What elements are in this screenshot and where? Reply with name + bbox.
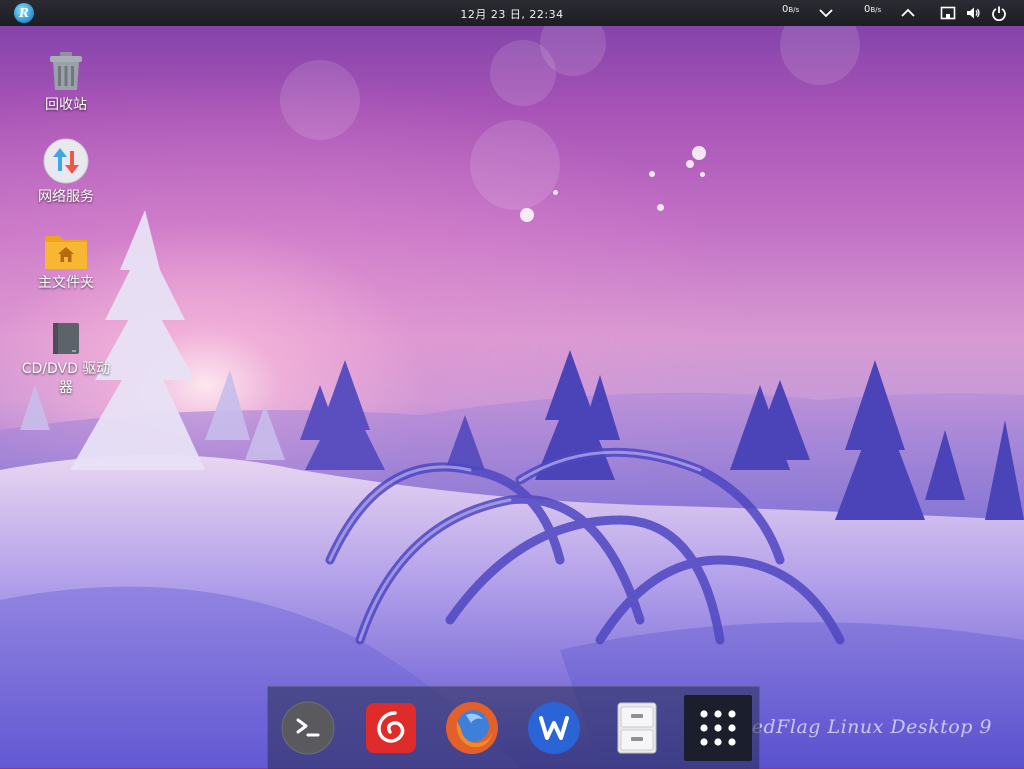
home-folder-icon xyxy=(45,236,87,269)
dock xyxy=(267,686,760,769)
redflag-watermark: RedFlag Linux Desktop 9 xyxy=(736,716,992,738)
volume-icon[interactable] xyxy=(965,5,981,21)
snow-particle xyxy=(553,190,558,195)
snow-particle xyxy=(686,160,694,168)
desktop-icon-cd-dvd-drive[interactable]: CD/DVD 驱动器 xyxy=(21,322,111,398)
desktop-icon-network-service[interactable]: 网络服务 xyxy=(21,138,111,207)
desktop-icon-trash[interactable]: 回收站 xyxy=(21,50,111,115)
net-speed-down: 0B/s xyxy=(864,4,881,15)
app-grid-launcher-button[interactable] xyxy=(684,695,752,761)
app-grid-icon xyxy=(700,710,736,746)
network-service-icon xyxy=(43,138,89,184)
desktop-icon-label: 主文件夹 xyxy=(38,275,94,291)
wallpaper xyxy=(0,210,1024,768)
desktop-icon-label: 网络服务 xyxy=(38,189,94,205)
cd-dvd-drive-icon xyxy=(53,323,79,354)
chevron-down-icon[interactable] xyxy=(818,5,834,21)
power-icon[interactable] xyxy=(991,5,1007,21)
snow-particle xyxy=(692,146,706,160)
netease-music-icon[interactable] xyxy=(364,701,418,755)
snow-particle xyxy=(520,208,534,222)
chevron-up-icon[interactable] xyxy=(900,5,916,21)
bokeh-light xyxy=(470,120,560,210)
firefox-icon[interactable] xyxy=(445,701,499,755)
snow-particle xyxy=(649,171,655,177)
file-cabinet-icon[interactable] xyxy=(610,701,664,755)
desktop-icon-label: CD/DVD 驱动器 xyxy=(21,361,111,396)
terminal-icon[interactable] xyxy=(281,701,335,755)
top-panel: R 12月 23 日, 22:34 0B/s 0B/s xyxy=(0,0,1024,26)
trash-icon xyxy=(50,52,82,90)
desktop-icon-home-folder[interactable]: 主文件夹 xyxy=(21,232,111,293)
bokeh-light xyxy=(280,60,360,140)
wps-writer-icon[interactable] xyxy=(527,701,581,755)
net-speed-up: 0B/s xyxy=(782,4,799,15)
desktop-icon-label: 回收站 xyxy=(45,97,87,113)
snow-particle xyxy=(657,204,664,211)
snow-particle xyxy=(700,172,705,177)
net-down-unit: B/s xyxy=(870,6,882,14)
network-wired-icon[interactable] xyxy=(940,5,956,21)
net-up-unit: B/s xyxy=(788,6,800,14)
